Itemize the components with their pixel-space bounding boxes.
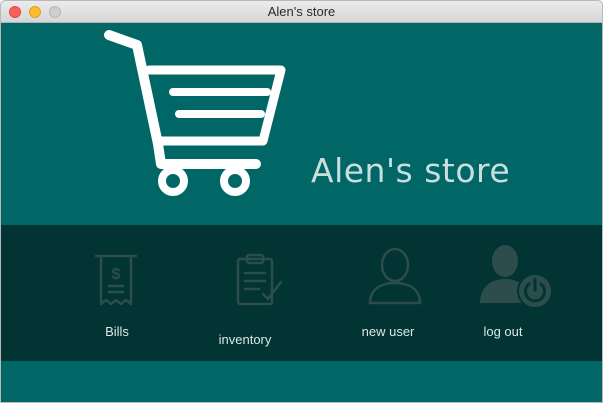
receipt-dollar-icon: $ [95,254,137,306]
navigation-bar: $ Bills inventory new user log out [1,225,602,361]
user-outline-icon [368,247,422,305]
log-out-label: log out [483,324,523,339]
hero-banner: Alen's store [1,23,602,225]
svg-text:$: $ [112,266,121,283]
bills-label: Bills [105,324,129,339]
shopping-cart-icon [104,30,286,196]
app-window: Alen's store Alen's store $ Bills invent… [0,0,603,403]
store-name: Alen's store [311,151,511,190]
user-power-icon [480,245,553,309]
clipboard-check-icon [236,253,283,306]
window-title: Alen's store [267,4,336,19]
inventory-label: inventory [218,332,272,347]
title-bar: Alen's store [1,1,602,23]
new-user-label: new user [361,324,415,339]
footer-bar [1,361,602,402]
